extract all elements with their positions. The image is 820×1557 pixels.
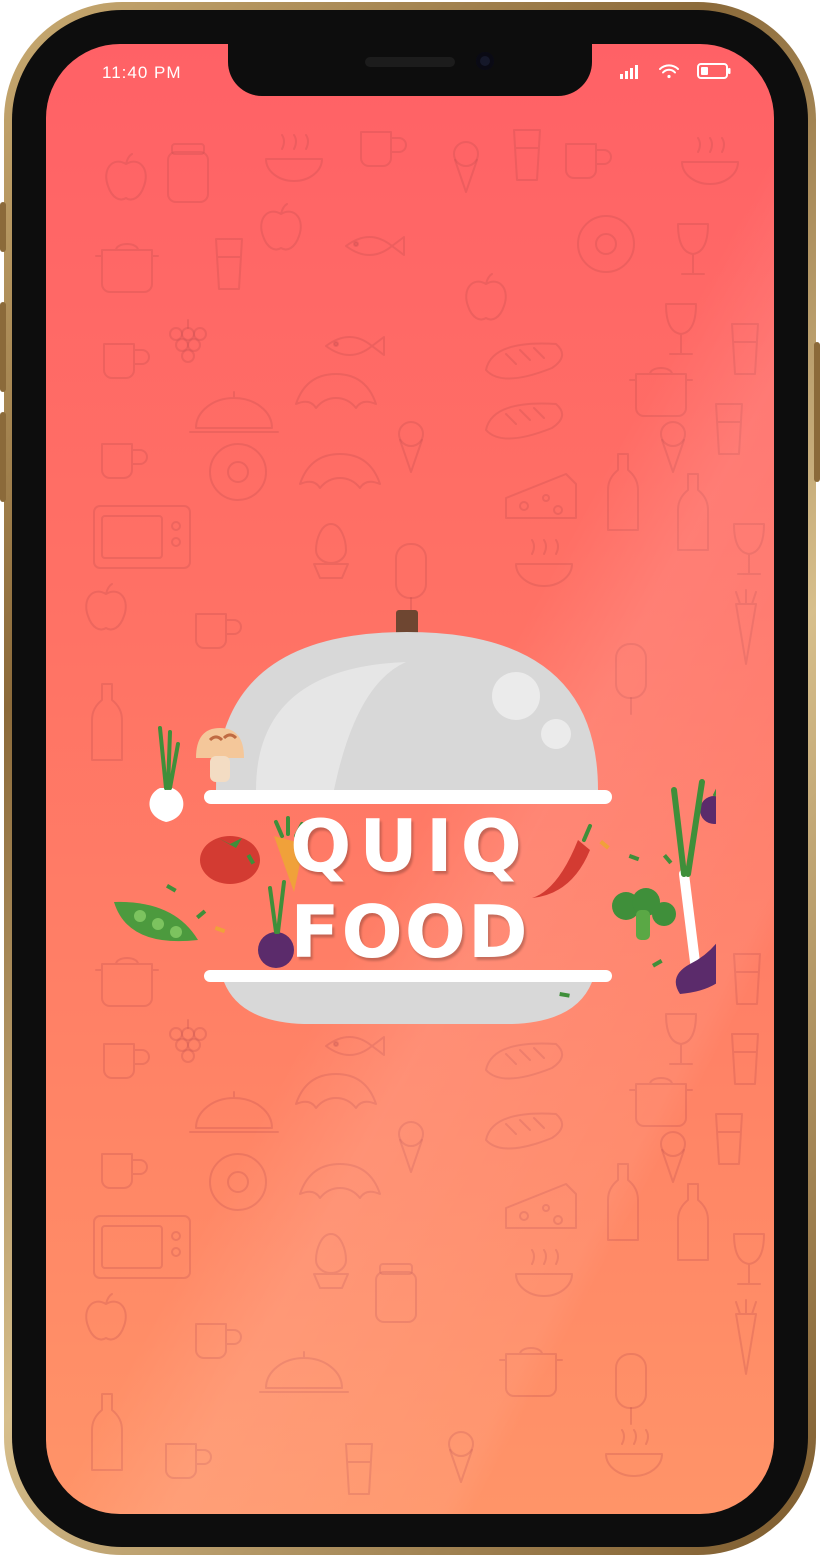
volume-up-button [0, 302, 6, 392]
logo-text-quiq: QUIQ [290, 804, 530, 888]
wifi-icon [659, 64, 679, 79]
splash-screen: 11:40 PM QUIQ FOOD [46, 44, 774, 1514]
speaker-grille [365, 57, 455, 67]
logo-text-food: FOOD [290, 890, 530, 974]
status-icons [618, 60, 738, 82]
battery-icon [697, 63, 731, 79]
cloche-plate [224, 982, 592, 1024]
front-camera [476, 52, 494, 70]
notch [228, 44, 592, 96]
volume-down-button [0, 412, 6, 502]
signal-icon [620, 65, 638, 79]
power-button [814, 342, 820, 482]
mute-switch [0, 202, 6, 252]
status-time: 11:40 PM [102, 63, 182, 82]
